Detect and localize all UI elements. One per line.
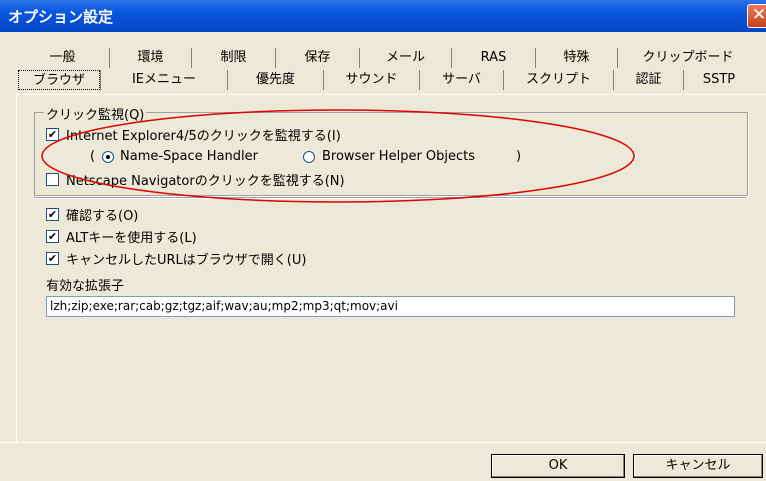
highlight-ellipse	[41, 109, 635, 203]
annotation-ellipse	[41, 109, 635, 203]
options-dialog: オプション設定 ✕ 一般 環境 制限 保存 メール RAS 特殊 クリップボード…	[0, 0, 766, 481]
